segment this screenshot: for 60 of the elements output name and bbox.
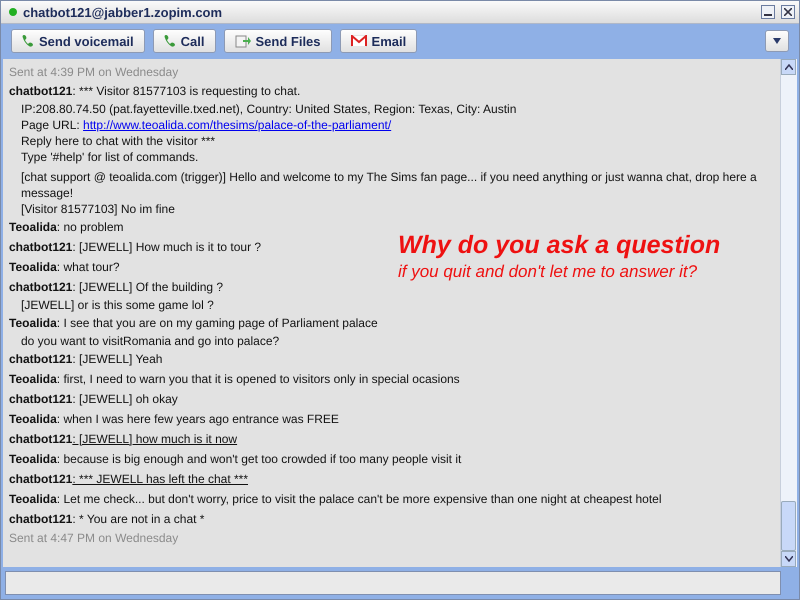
sender-name: chatbot121 bbox=[9, 352, 72, 366]
file-icon bbox=[234, 34, 250, 48]
message-text: IP:208.80.74.50 (pat.fayetteville.txed.net), Country: United States, Region: Texas, City: Austin bbox=[21, 102, 516, 116]
timestamp: Sent at 4:39 PM on Wednesday bbox=[9, 64, 178, 81]
sender-name: Teoalida bbox=[9, 492, 57, 506]
message-text: Page URL: bbox=[21, 118, 80, 132]
sender-name: Teoalida bbox=[9, 372, 57, 386]
sender-name: chatbot121 bbox=[9, 240, 72, 254]
message-text: : what tour? bbox=[56, 260, 120, 274]
message-text: : *** JEWELL has left the chat *** bbox=[72, 472, 248, 486]
message-text: Type '#help' for list of commands. bbox=[21, 150, 198, 164]
message-text: : *** Visitor 81577103 is requesting to chat. bbox=[72, 84, 300, 98]
message-text: : [JEWELL] How much is it to tour ? bbox=[72, 240, 262, 254]
message-text: : I see that you are on my gaming page of Parliament palace bbox=[56, 316, 378, 330]
scrollbar[interactable] bbox=[780, 59, 797, 567]
toolbar-button[interactable]: Send Files bbox=[224, 29, 332, 53]
sender-name: Teoalida bbox=[9, 316, 57, 330]
message-text: : [JEWELL] Of the building ? bbox=[72, 280, 224, 294]
message-text: : * You are not in a chat * bbox=[72, 512, 204, 526]
menu-button[interactable] bbox=[765, 30, 789, 52]
timestamp: Sent at 4:47 PM on Wednesday bbox=[9, 530, 178, 547]
sender-name: chatbot121 bbox=[9, 392, 72, 406]
sender-name: chatbot121 bbox=[9, 280, 72, 294]
sender-name: chatbot121 bbox=[9, 512, 72, 526]
sender-name: Teoalida bbox=[9, 412, 57, 426]
message-text: Reply here to chat with the visitor *** bbox=[21, 134, 216, 148]
close-icon bbox=[784, 8, 792, 16]
phone-icon bbox=[164, 34, 176, 48]
message-text: : because is big enough and won't get too crowded if too many people visit it bbox=[56, 452, 462, 466]
toolbar-button[interactable]: Call bbox=[152, 29, 216, 53]
annotation-headline: Why do you ask a question bbox=[398, 231, 720, 260]
message-text: : first, I need to warn you that it is opened to visitors only in special ocasions bbox=[56, 372, 460, 386]
caret-icon bbox=[773, 38, 781, 44]
message-text: [JEWELL] or is this some game lol ? bbox=[21, 298, 214, 312]
window-title: chatbot121@jabber1.zopim.com bbox=[23, 4, 224, 20]
message-text: do you want to visitRomania and go into palace? bbox=[21, 334, 280, 348]
scroll-thumb[interactable] bbox=[781, 501, 796, 551]
message-text: : [JEWELL] how much is it now bbox=[72, 432, 238, 446]
annotation-subline: if you quit and don't let me to answer it? bbox=[398, 262, 698, 282]
message-text: : [JEWELL] Yeah bbox=[72, 352, 162, 366]
message-text: : when I was here few years ago entrance was FREE bbox=[56, 412, 339, 426]
mail-icon bbox=[350, 35, 367, 47]
message-text: : no problem bbox=[56, 220, 124, 234]
message-text: : Let me check... but don't worry, price to visit the palace can't be more expensive than one night at cheapest hotel bbox=[56, 492, 662, 506]
sender-name: Teoalida bbox=[9, 220, 57, 234]
phone-icon bbox=[22, 34, 34, 48]
sender-name: chatbot121 bbox=[9, 472, 72, 486]
message-text: [chat support @ teoalida.com (trigger)] Hello and welcome to my The Sims fan page... if you need anything or just wanna chat, drop here a message! bbox=[21, 170, 757, 200]
toolbar-button[interactable]: Send voicemail bbox=[11, 29, 145, 53]
sender-name: Teoalida bbox=[9, 260, 57, 274]
sender-name: chatbot121 bbox=[9, 432, 72, 446]
sender-name: Teoalida bbox=[9, 452, 57, 466]
minimize-button[interactable] bbox=[761, 5, 775, 19]
toolbar-button[interactable]: Email bbox=[340, 29, 418, 53]
message-text: : [JEWELL] oh okay bbox=[72, 392, 178, 406]
message-text: [Visitor 81577103] No im fine bbox=[21, 202, 175, 216]
url-link[interactable]: http://www.teoalida.com/thesims/palace-of-the-parliament/ bbox=[83, 118, 392, 132]
message-input[interactable] bbox=[5, 571, 781, 595]
sender-name: chatbot121 bbox=[9, 84, 72, 98]
close-button[interactable] bbox=[781, 5, 795, 19]
